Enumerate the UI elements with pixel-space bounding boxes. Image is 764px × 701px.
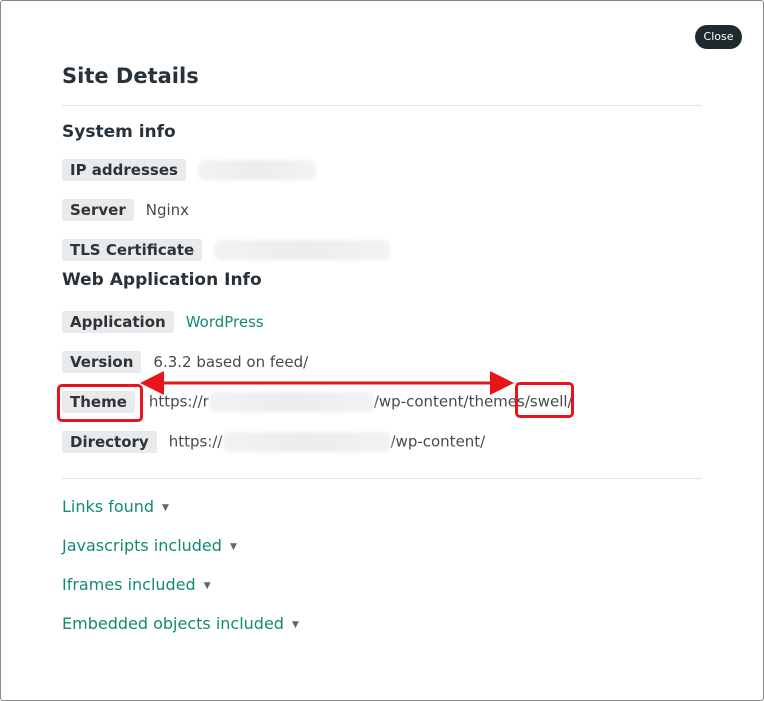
double-arrow-annotation [140,371,514,395]
